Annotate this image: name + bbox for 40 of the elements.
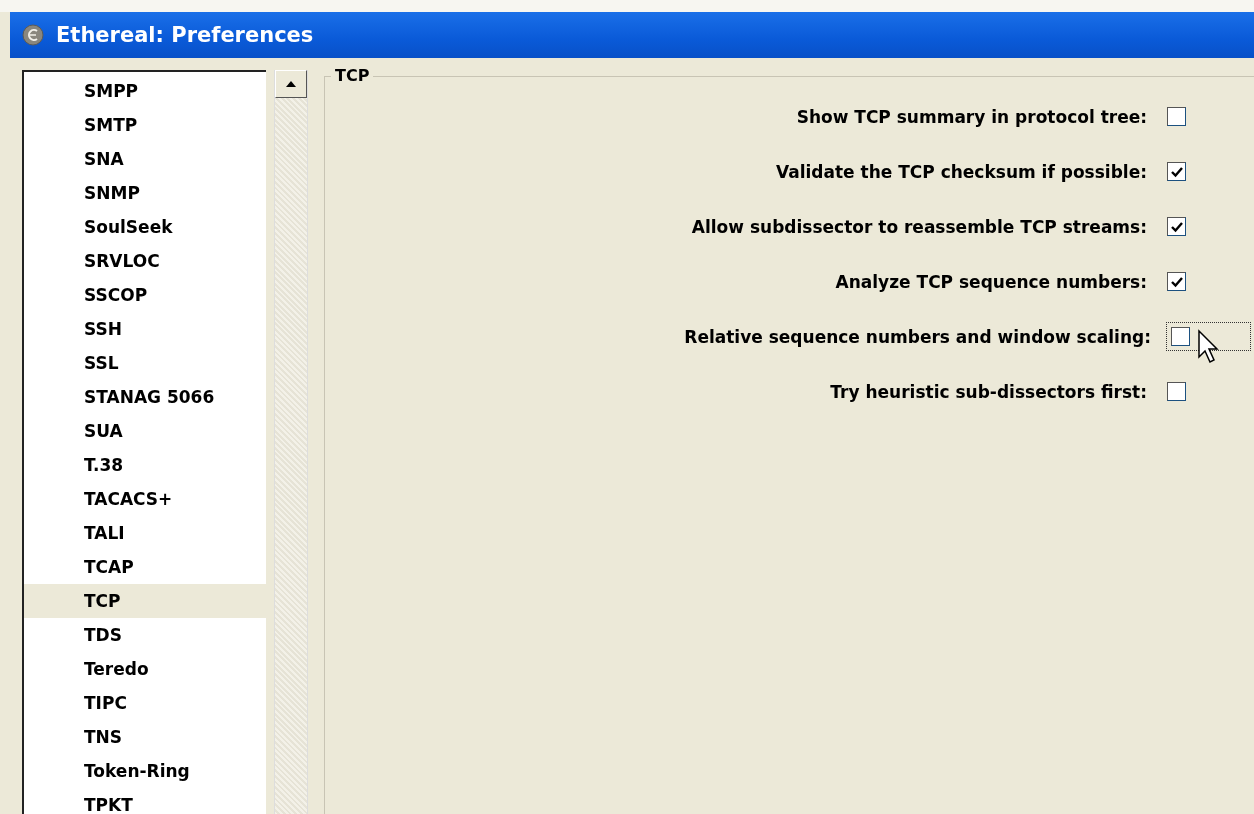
protocol-list-item[interactable]: TIPC <box>24 686 266 720</box>
protocol-list-item[interactable]: Token-Ring <box>24 754 266 788</box>
protocol-list-item[interactable]: SNA <box>24 142 266 176</box>
checkbox[interactable] <box>1167 107 1186 126</box>
protocol-list-item[interactable]: SRVLOC <box>24 244 266 278</box>
protocol-list-item[interactable]: SSCOP <box>24 278 266 312</box>
option-label: Try heuristic sub-dissectors first: <box>830 381 1147 402</box>
protocol-list-item[interactable]: SoulSeek <box>24 210 266 244</box>
up-arrow-icon <box>286 81 296 87</box>
protocol-list-item[interactable]: STANAG 5066 <box>24 380 266 414</box>
mouse-pointer-icon <box>1197 329 1221 365</box>
protocol-list-item[interactable]: TCAP <box>24 550 266 584</box>
protocol-list-item[interactable]: SUA <box>24 414 266 448</box>
checkbox[interactable] <box>1167 382 1186 401</box>
protocol-list-item[interactable]: TCP <box>24 584 266 618</box>
option-label: Show TCP summary in protocol tree: <box>796 106 1147 127</box>
protocol-list-item[interactable]: SSL <box>24 346 266 380</box>
checkbox[interactable] <box>1167 162 1186 181</box>
protocol-list-item[interactable]: SSH <box>24 312 266 346</box>
option-label: Allow subdissector to reassemble TCP streams: <box>691 216 1147 237</box>
protocol-list-item[interactable]: T.38 <box>24 448 266 482</box>
checkbox[interactable] <box>1167 217 1186 236</box>
protocol-list-item[interactable]: SNMP <box>24 176 266 210</box>
protocol-list-item[interactable]: TNS <box>24 720 266 754</box>
protocol-list-item[interactable]: TACACS+ <box>24 482 266 516</box>
protocol-list-item[interactable]: TALI <box>24 516 266 550</box>
protocol-list-item[interactable]: Teredo <box>24 652 266 686</box>
protocol-list-item[interactable]: TDS <box>24 618 266 652</box>
protocol-list-item[interactable]: TPKT <box>24 788 266 814</box>
checkbox[interactable] <box>1171 327 1190 346</box>
option-label: Relative sequence numbers and window scaling: <box>684 326 1151 347</box>
window-title: Ethereal: Preferences <box>56 23 314 47</box>
scroll-up-button[interactable] <box>275 70 307 98</box>
protocol-list-item[interactable]: SMTP <box>24 108 266 142</box>
scrollbar[interactable] <box>274 70 308 814</box>
option-label: Validate the TCP checksum if possible: <box>775 161 1147 182</box>
checkbox[interactable] <box>1167 272 1186 291</box>
app-logo-icon <box>22 24 44 46</box>
option-label: Analyze TCP sequence numbers: <box>835 271 1147 292</box>
protocol-list-item[interactable]: SMPP <box>24 74 266 108</box>
